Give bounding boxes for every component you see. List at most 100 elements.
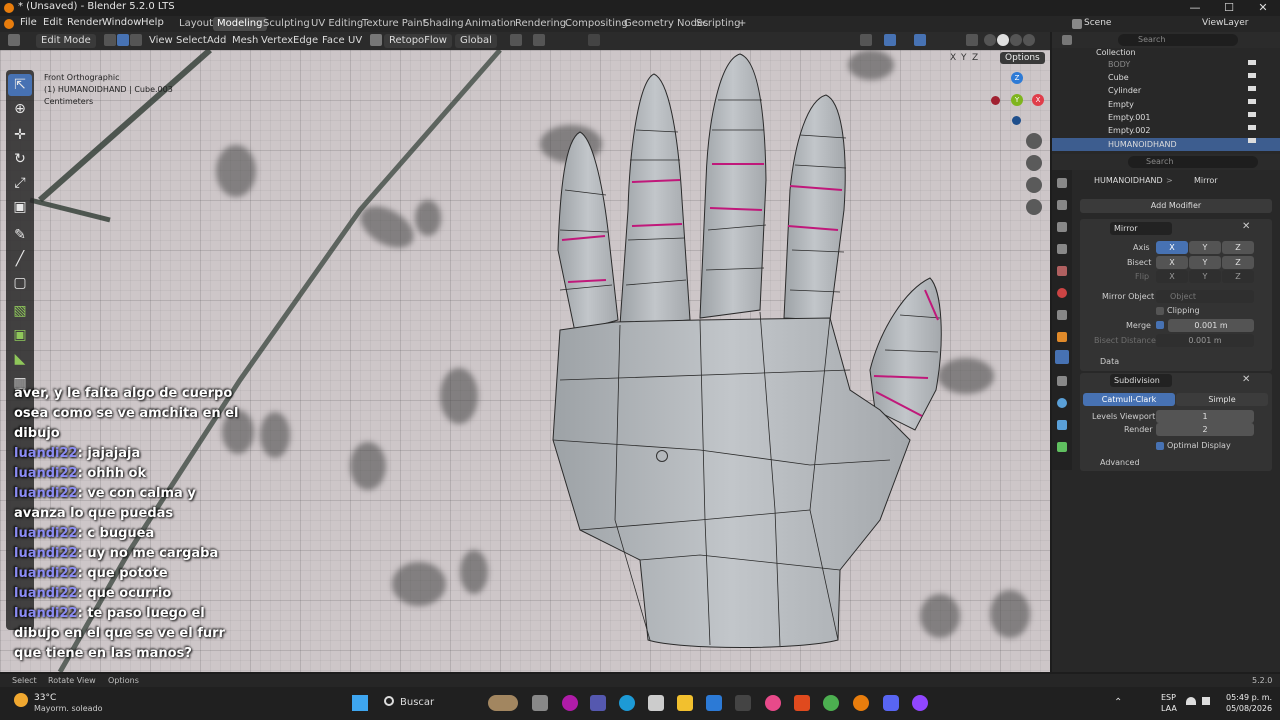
catmull-clark-button[interactable]: Catmull-Clark bbox=[1083, 393, 1175, 406]
menu-view[interactable]: View bbox=[149, 34, 173, 48]
levels-viewport-field[interactable]: 1 bbox=[1156, 410, 1254, 423]
delete-modifier-icon[interactable]: ✕ bbox=[1242, 221, 1250, 232]
axis-x-toggle[interactable]: X bbox=[1156, 241, 1188, 254]
edge-select-icon[interactable] bbox=[117, 34, 129, 48]
advanced-subpanel[interactable]: Advanced bbox=[1100, 458, 1140, 467]
menu-edit[interactable]: Edit bbox=[43, 17, 62, 28]
edge-icon[interactable] bbox=[619, 695, 635, 711]
pivot-icon[interactable] bbox=[510, 34, 522, 48]
navigation-gizmo[interactable]: Z X Y bbox=[990, 70, 1044, 126]
merge-distance-field[interactable]: 0.001 m bbox=[1168, 319, 1254, 332]
flip-y-toggle[interactable]: Y bbox=[1189, 270, 1221, 283]
gizmo-neg-z-icon[interactable] bbox=[1012, 116, 1021, 125]
add-workspace-button[interactable]: + bbox=[734, 17, 750, 31]
zoom-icon[interactable] bbox=[1026, 133, 1042, 149]
menu-help[interactable]: Help bbox=[141, 17, 164, 28]
shading-solid-icon[interactable] bbox=[997, 34, 1009, 48]
menu-mesh[interactable]: Mesh bbox=[232, 34, 258, 48]
face-select-icon[interactable] bbox=[130, 34, 142, 48]
inset-tool-icon[interactable]: ▣ bbox=[8, 324, 32, 346]
object-tab-icon[interactable] bbox=[1057, 332, 1067, 342]
scene-name[interactable]: Scene bbox=[1084, 18, 1111, 28]
menu-uv[interactable]: UV bbox=[348, 34, 362, 48]
annotate-tool-icon[interactable]: ✎ bbox=[8, 224, 32, 246]
store-icon[interactable] bbox=[648, 695, 664, 711]
3d-cursor-icon[interactable] bbox=[656, 450, 668, 462]
menu-edge[interactable]: Edge bbox=[293, 34, 318, 48]
output-tab-icon[interactable] bbox=[1057, 222, 1067, 232]
scale-tool-icon[interactable]: ⤢ bbox=[8, 172, 32, 194]
editor-type-icon[interactable] bbox=[8, 34, 20, 48]
outliner-item-empty-002[interactable]: Empty.002 bbox=[1080, 124, 1276, 137]
bisect-distance-field[interactable]: 0.001 m bbox=[1156, 334, 1254, 347]
bevel-tool-icon[interactable]: ◣ bbox=[8, 348, 32, 370]
rotate-tool-icon[interactable]: ↻ bbox=[8, 148, 32, 170]
outliner-item-empty[interactable]: Empty bbox=[1080, 98, 1276, 111]
visibility-icon[interactable] bbox=[860, 34, 872, 48]
view-layer-name[interactable]: ViewLayer bbox=[1202, 18, 1248, 28]
render-levels-field[interactable]: 2 bbox=[1156, 423, 1254, 436]
render-tab-icon[interactable] bbox=[1057, 200, 1067, 210]
gizmo-x-icon[interactable]: X bbox=[1032, 94, 1044, 106]
app3-icon[interactable] bbox=[765, 695, 781, 711]
menu-select[interactable]: Select bbox=[176, 34, 207, 48]
bisect-y-toggle[interactable]: Y bbox=[1189, 256, 1221, 269]
select-tool-icon[interactable]: ⇱ bbox=[8, 74, 32, 96]
orientation-dropdown[interactable]: Global bbox=[455, 34, 497, 48]
pan-icon[interactable] bbox=[1026, 155, 1042, 171]
tab-sculpting[interactable]: Sculpting bbox=[259, 17, 314, 31]
blender-taskbar-icon[interactable] bbox=[853, 695, 869, 711]
weather-temp[interactable]: 33°C bbox=[34, 693, 56, 703]
retopoflow-dropdown[interactable]: RetopoFlow bbox=[384, 34, 452, 48]
mirror-axis-z[interactable]: Z bbox=[972, 53, 978, 63]
camera-icon[interactable] bbox=[1026, 177, 1042, 193]
explorer-icon[interactable] bbox=[677, 695, 693, 711]
mirror-object-field[interactable]: Object bbox=[1156, 290, 1254, 303]
scene-tab-icon[interactable] bbox=[1057, 266, 1067, 276]
gizmo-z-icon[interactable]: Z bbox=[1011, 72, 1023, 84]
shading-wire-icon[interactable] bbox=[984, 34, 996, 48]
add-cube-tool-icon[interactable]: ▢ bbox=[8, 272, 32, 294]
menu-vertex[interactable]: Vertex bbox=[261, 34, 293, 48]
simple-button[interactable]: Simple bbox=[1176, 393, 1268, 406]
menu-file[interactable]: File bbox=[20, 17, 37, 28]
add-modifier-button[interactable]: Add Modifier bbox=[1080, 199, 1272, 213]
flip-x-toggle[interactable]: X bbox=[1156, 270, 1188, 283]
flip-z-toggle[interactable]: Z bbox=[1222, 270, 1254, 283]
optimal-display-checkbox[interactable] bbox=[1156, 442, 1164, 450]
view-layer-tab-icon[interactable] bbox=[1057, 244, 1067, 254]
wifi-icon[interactable] bbox=[1186, 697, 1196, 705]
tab-layout[interactable]: Layout bbox=[175, 17, 217, 31]
teams-icon[interactable] bbox=[590, 695, 606, 711]
gizmo-neg-x-icon[interactable] bbox=[991, 96, 1000, 105]
lang-layout[interactable]: LAA bbox=[1161, 704, 1177, 713]
mirror-axis-x[interactable]: X bbox=[950, 53, 956, 63]
menu-add[interactable]: Add bbox=[207, 34, 226, 48]
data-tab-icon[interactable] bbox=[1057, 442, 1067, 452]
gizmo-y-icon[interactable]: Y bbox=[1011, 94, 1023, 106]
outliner-item-humanoidhand[interactable]: HUMANOIDHAND bbox=[1052, 138, 1280, 151]
measure-tool-icon[interactable]: ╱ bbox=[8, 248, 32, 270]
clock-time[interactable]: 05:49 p. m. bbox=[1226, 693, 1272, 702]
vertex-select-icon[interactable] bbox=[104, 34, 116, 48]
modifier-tab-icon[interactable] bbox=[1055, 350, 1069, 364]
outliner-type-icon[interactable] bbox=[1062, 35, 1072, 45]
brave-icon[interactable] bbox=[794, 695, 810, 711]
weather-icon[interactable] bbox=[14, 693, 28, 707]
clock-date[interactable]: 05/08/2026 bbox=[1226, 704, 1272, 713]
mirror-modifier-name[interactable]: Mirror bbox=[1110, 222, 1172, 235]
axis-y-toggle[interactable]: Y bbox=[1189, 241, 1221, 254]
menu-face[interactable]: Face bbox=[322, 34, 345, 48]
subdivision-modifier-name[interactable]: Subdivision bbox=[1110, 374, 1172, 387]
constraints-tab-icon[interactable] bbox=[1057, 420, 1067, 430]
outliner-search-input[interactable]: Search bbox=[1118, 34, 1238, 46]
proportional-edit-icon[interactable] bbox=[588, 34, 600, 48]
twitch-icon[interactable] bbox=[912, 695, 928, 711]
lang-indicator[interactable]: ESP bbox=[1161, 693, 1176, 702]
app2-icon[interactable] bbox=[735, 695, 751, 711]
tray-chevron-icon[interactable]: ⌃ bbox=[1114, 697, 1122, 708]
data-subpanel[interactable]: Data bbox=[1100, 357, 1119, 366]
transform-tool-icon[interactable]: ▣ bbox=[8, 196, 32, 218]
axis-z-toggle[interactable]: Z bbox=[1222, 241, 1254, 254]
mode-dropdown[interactable]: Edit Mode bbox=[36, 34, 96, 48]
